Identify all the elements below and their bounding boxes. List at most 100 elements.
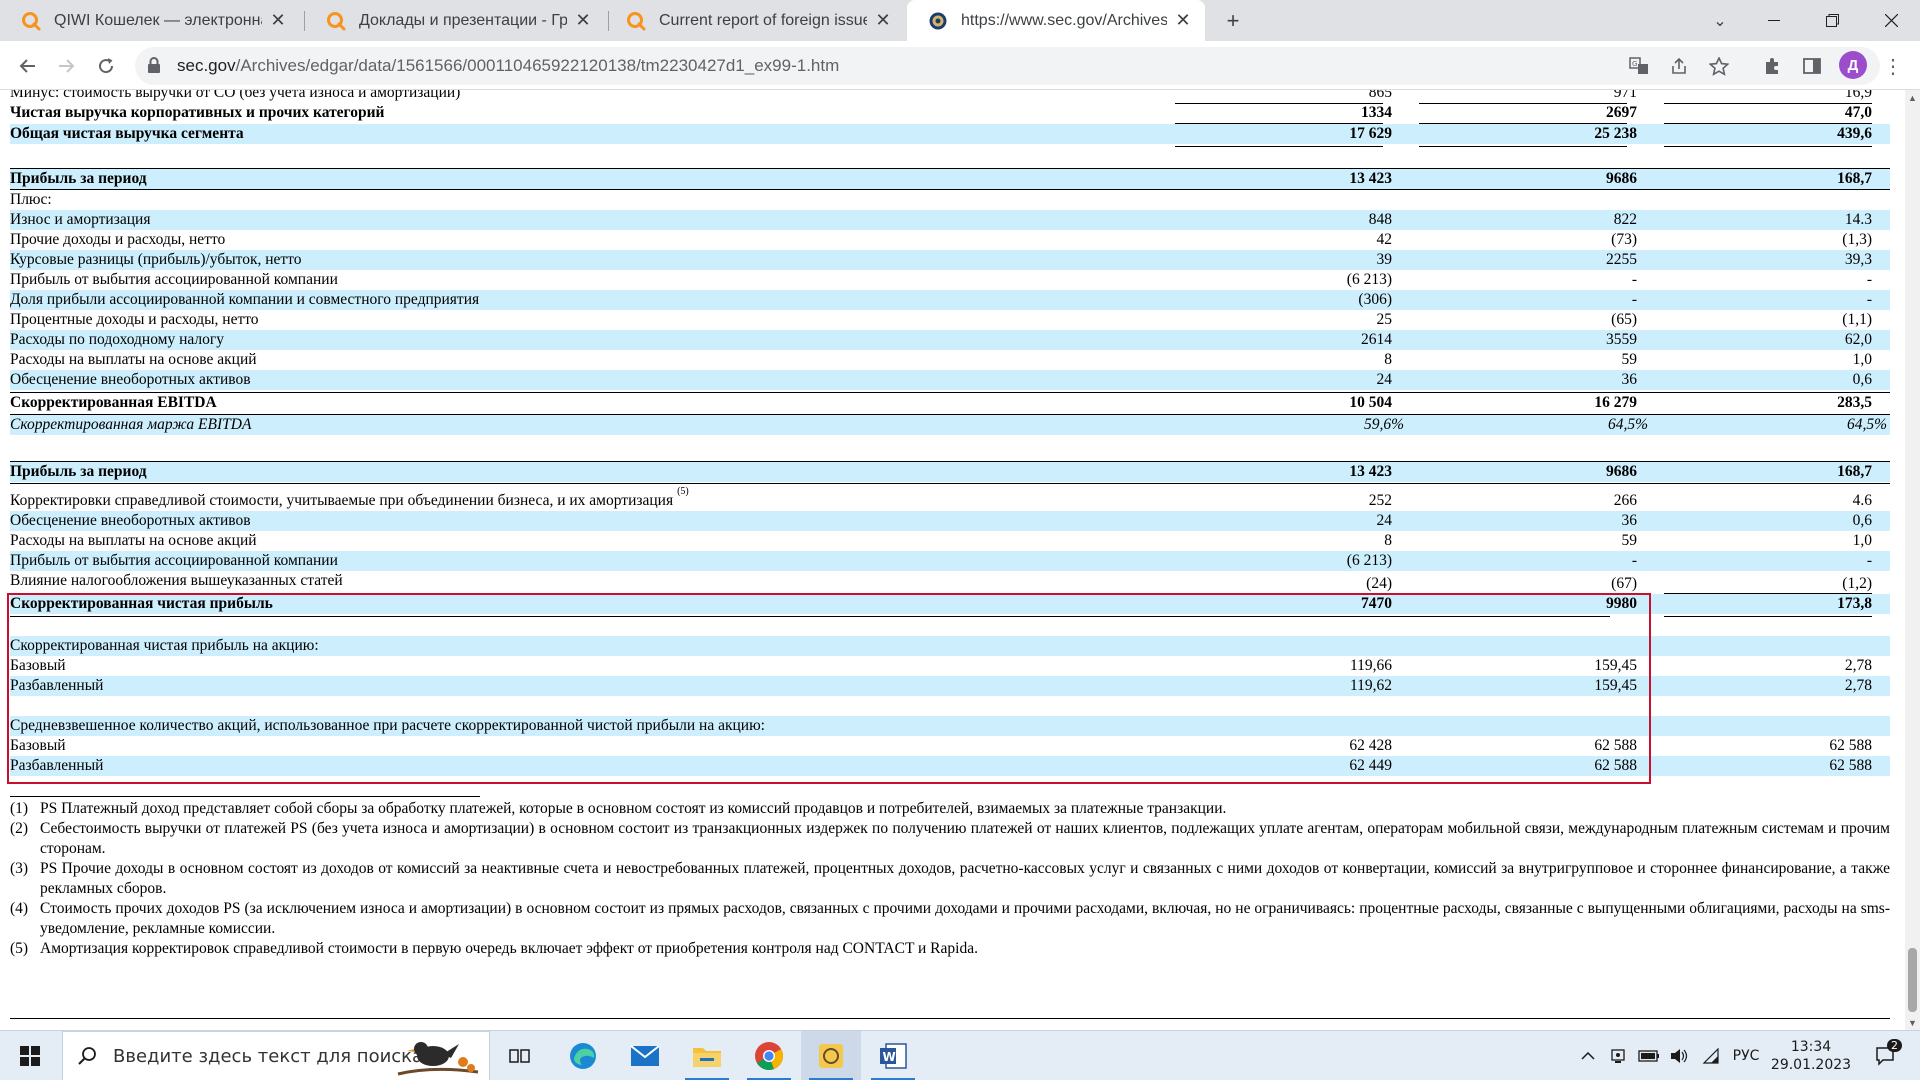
value-2022-rub: (73) [1611, 231, 1637, 248]
side-panel-icon[interactable] [1796, 50, 1828, 82]
vertical-scrollbar[interactable]: ▲ ▼ [1905, 90, 1920, 1030]
value-2021: 24 [1376, 371, 1393, 388]
share-icon[interactable] [1665, 52, 1693, 80]
close-icon[interactable]: ✕ [268, 10, 288, 31]
row-label: Плюс: [10, 191, 52, 208]
file-explorer-icon[interactable] [677, 1031, 737, 1080]
rule [1419, 146, 1627, 147]
row-label: Скорректированная EBITDA [10, 394, 217, 411]
task-view-icon[interactable] [490, 1031, 550, 1080]
footnote-ref: (5) [677, 486, 689, 497]
row-label: Прибыль от выбытия ассоциированной компа… [10, 552, 338, 569]
clock-date: 29.01.2023 [1770, 1057, 1852, 1073]
forward-icon[interactable] [50, 50, 82, 82]
footnote-number: (5) [10, 940, 29, 957]
table-row: Прочие доходы и расходы, нетто 42 (73) (… [10, 230, 1890, 250]
minimize-icon[interactable] [1745, 0, 1803, 41]
close-icon[interactable]: ✕ [1173, 10, 1193, 31]
tab-title: Current report of foreign issuer pursuan… [659, 11, 867, 29]
value-2022-rub: (65) [1611, 311, 1637, 328]
annotation-highlight-box [7, 593, 1651, 784]
chrome-icon[interactable] [739, 1031, 799, 1080]
wifi-icon[interactable] [1697, 1031, 1723, 1080]
search-icon [77, 1046, 97, 1066]
tab-sec-gov[interactable]: https://www.sec.gov/Archives/edgar/data … [907, 0, 1205, 41]
value-2022-usd: 47,0 [1844, 104, 1872, 121]
row-label-text: Корректировки справедливой стоимости, уч… [10, 492, 674, 509]
tab-title: Доклады и презентации - Группа QIWI [359, 11, 567, 29]
translate-icon[interactable]: G [1625, 52, 1653, 80]
value-2022-usd: 39,3 [1844, 251, 1872, 268]
scroll-down-icon[interactable]: ▼ [1905, 1015, 1920, 1030]
value-2021: 8 [1384, 532, 1392, 549]
volume-icon[interactable] [1666, 1031, 1692, 1080]
value-2021: (6 213) [1346, 271, 1392, 288]
app-icon[interactable] [801, 1031, 861, 1080]
footnote-number: (2) [10, 820, 29, 837]
qiwi-search-icon [325, 10, 347, 32]
taskbar-search-box[interactable]: Введите здесь текст для поиска [62, 1031, 490, 1080]
value-2022-usd: 62 588 [1829, 737, 1872, 754]
edge-icon[interactable] [553, 1031, 613, 1080]
qiwi-search-icon [20, 10, 42, 32]
value-2021: 39 [1376, 251, 1393, 268]
tab-current-report[interactable]: Current report of foreign issuer pursuan… [605, 0, 905, 41]
value-2022-usd: 168,7 [1837, 170, 1872, 187]
value-2022-usd: 0,6 [1852, 512, 1872, 529]
value-2021: (24) [1366, 575, 1392, 592]
row-label: Общая чистая выручка сегмента [10, 125, 244, 142]
sec-seal-icon [927, 10, 949, 32]
battery-icon[interactable] [1636, 1031, 1662, 1080]
back-icon[interactable] [12, 50, 44, 82]
restore-icon[interactable] [1803, 0, 1861, 41]
windows-taskbar: Введите здесь текст для поиска W РУС 13:… [0, 1030, 1920, 1080]
row-label: Обесценение внеоборотных активов [10, 512, 251, 529]
value-2022-rub: 9686 [1606, 463, 1637, 480]
qiwi-search-icon [625, 10, 647, 32]
url-text[interactable]: sec.gov/Archives/edgar/data/1561566/0001… [177, 56, 839, 76]
scroll-up-icon[interactable]: ▲ [1905, 90, 1920, 105]
value-2022-rub: 9686 [1606, 170, 1637, 187]
new-tab-button[interactable]: + [1218, 6, 1248, 36]
row-label: Минус: стоимость выручки от CO (без учет… [10, 90, 461, 101]
row-label: Расходы по подоходному налогу [10, 331, 225, 348]
close-icon[interactable]: ✕ [873, 10, 893, 31]
footnote: (5) Амортизация корректировок справедлив… [10, 939, 1890, 959]
lock-icon[interactable] [147, 57, 161, 79]
word-icon[interactable]: W [863, 1031, 923, 1080]
notifications-icon[interactable]: 2 [1866, 1031, 1906, 1080]
language-indicator[interactable]: РУС [1728, 1031, 1764, 1080]
search-highlight-bird-icon [393, 1036, 483, 1078]
value-2022-usd: 168,7 [1837, 463, 1872, 480]
value-2022-rub: (67) [1611, 575, 1637, 592]
tab-qiwi-reports[interactable]: Доклады и презентации - Группа QIWI ✕ [305, 0, 605, 41]
extensions-icon[interactable] [1756, 50, 1788, 82]
table-row: Расходы на выплаты на основе акций 8 59 … [10, 350, 1890, 370]
bookmark-star-icon[interactable] [1705, 52, 1733, 80]
row-label: Обесценение внеоборотных активов [10, 371, 251, 388]
value-2022-usd: 4.6 [1852, 492, 1872, 509]
value-2021: 1334 [1361, 104, 1392, 121]
tab-search-icon[interactable]: ⌄ [1705, 6, 1735, 36]
scrollbar-thumb[interactable] [1908, 948, 1917, 1012]
mail-icon[interactable] [615, 1031, 675, 1080]
value-2022-rub: 64,5% [1607, 416, 1648, 433]
value-2022-usd: - [1866, 271, 1872, 288]
start-button[interactable] [0, 1031, 60, 1080]
tab-qiwi-wallet[interactable]: QIWI Кошелек — электронная платежная сис… [0, 0, 300, 41]
svg-text:G: G [1632, 60, 1637, 68]
table-row: Расходы по подоходному налогу 2614 3559 … [10, 330, 1890, 350]
close-icon[interactable]: ✕ [573, 10, 593, 31]
table-row: Износ и амортизация 848 822 14.3 [10, 210, 1890, 230]
footnote-text: PS Платежный доход представляет собой сб… [40, 800, 1227, 817]
chevron-up-icon[interactable] [1576, 1031, 1600, 1080]
row-label: Прибыль за период [10, 170, 147, 187]
reload-icon[interactable] [90, 50, 122, 82]
close-window-icon[interactable] [1862, 0, 1920, 41]
camera-icon[interactable] [1606, 1031, 1630, 1080]
profile-avatar[interactable]: Д [1839, 51, 1867, 79]
address-bar[interactable]: sec.gov/Archives/edgar/data/1561566/0001… [135, 47, 1880, 85]
menu-icon[interactable]: ⋮ [1877, 50, 1909, 82]
clock[interactable]: 13:34 29.01.2023 [1770, 1031, 1852, 1080]
tab-strip: QIWI Кошелек — электронная платежная сис… [0, 0, 1920, 41]
